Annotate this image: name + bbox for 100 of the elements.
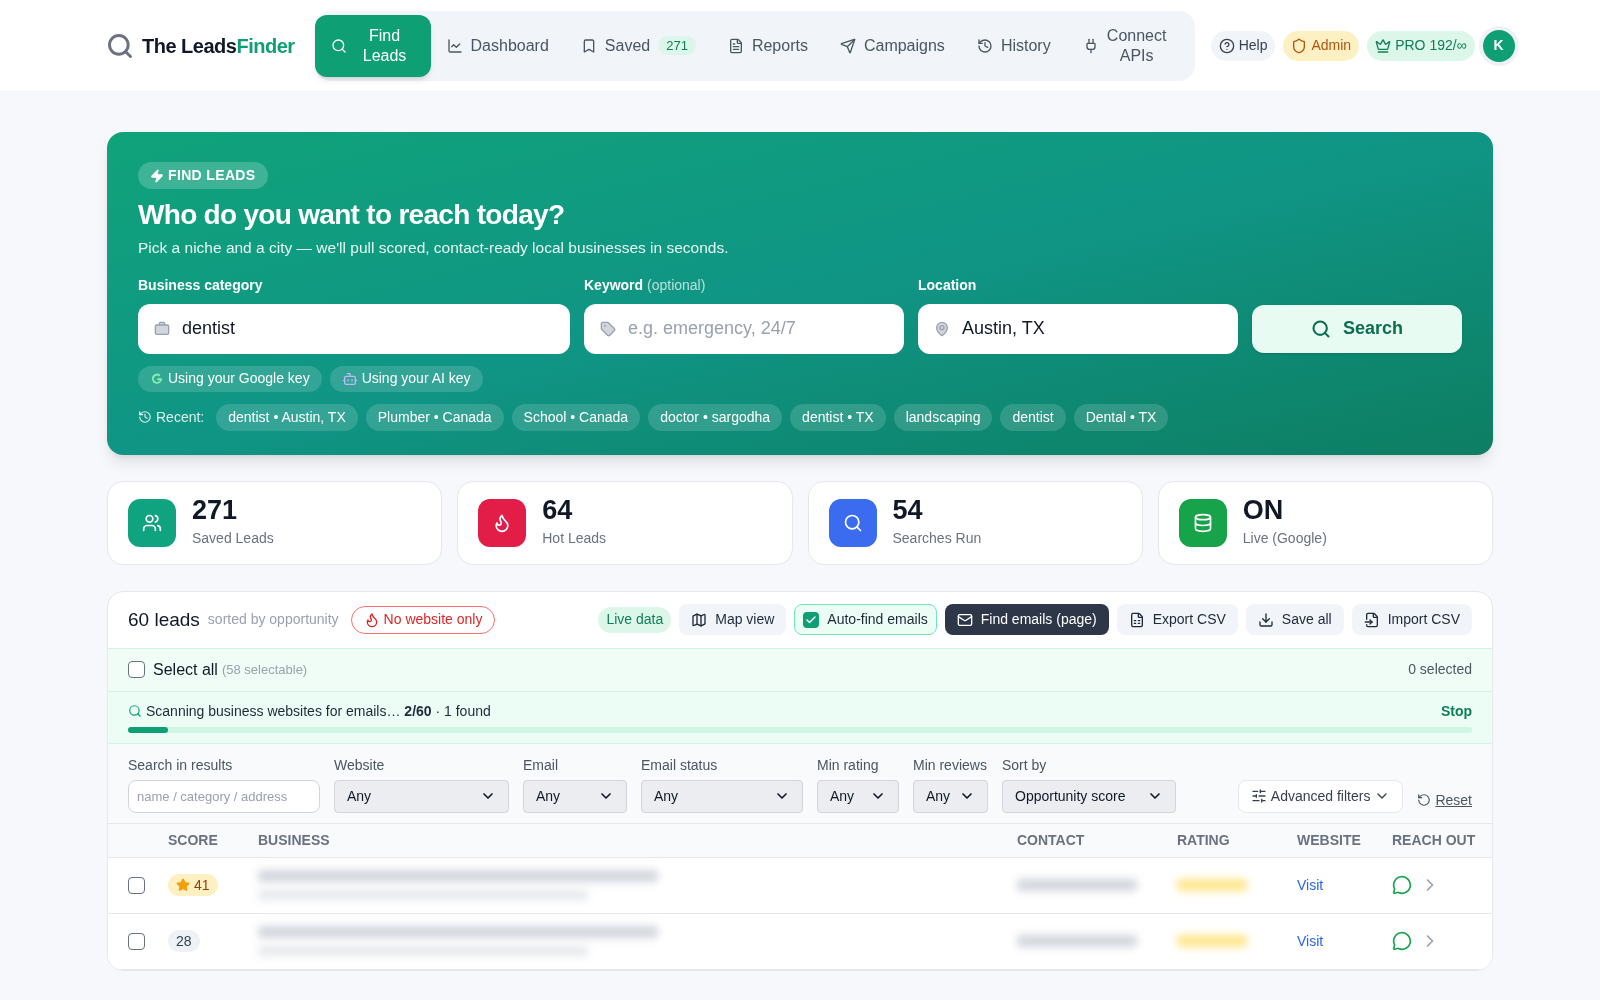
input-field[interactable]: dentist: [138, 303, 570, 354]
stop-link[interactable]: Stop: [1440, 700, 1472, 722]
reset-icon: [1417, 793, 1432, 808]
stat-value: ON: [1242, 496, 1285, 524]
row-checkbox[interactable]: [128, 876, 145, 894]
select-dropdown[interactable]: Any: [523, 779, 627, 813]
select-dropdown[interactable]: Any: [913, 779, 988, 813]
filter-label: Sort by: [1002, 755, 1048, 775]
star-icon: [176, 878, 190, 893]
save-all-button[interactable]: Save all: [1245, 604, 1344, 636]
download-icon: [1257, 611, 1274, 628]
blurred-rating: [1177, 879, 1247, 892]
column-header: SCORE: [168, 830, 219, 850]
chat-bubble-icon[interactable]: [1392, 931, 1412, 952]
column-header: WEBSITE: [1297, 830, 1362, 850]
stat-label: Saved Leads: [192, 528, 274, 548]
nav-tab[interactable]: History: [960, 14, 1067, 77]
people-icon: [142, 512, 162, 533]
field-label: Keyword (optional): [584, 275, 707, 295]
import-csv-button[interactable]: Import CSV: [1351, 604, 1472, 636]
history-icon: [138, 410, 152, 425]
blurred-rating: [1177, 935, 1247, 948]
logo-text: The LeadsFinder: [142, 33, 295, 59]
hero-title: Who do you want to reach today?: [138, 197, 566, 232]
sort-note: sorted by opportunity: [207, 610, 339, 630]
section-badge: FIND LEADS: [138, 162, 268, 189]
nav-tab[interactable]: Saved 271: [564, 14, 712, 77]
tag-icon: [600, 320, 616, 337]
stat-label: Searches Run: [892, 528, 982, 548]
input-field[interactable]: Austin, TX: [918, 303, 1238, 354]
help-icon: [1218, 37, 1235, 54]
map-pin-icon: [934, 320, 950, 337]
column-header: RATING: [1177, 830, 1231, 850]
nav-tab[interactable]: Dashboard: [430, 14, 565, 77]
recent-search-chip[interactable]: Dental • TX: [1073, 403, 1169, 431]
column-header: CONTACT: [1017, 830, 1086, 850]
help-button[interactable]: Help: [1210, 30, 1276, 61]
nav-tab[interactable]: Campaigns: [823, 14, 961, 77]
search-icon: [1310, 318, 1331, 339]
column-header: BUSINESS: [258, 830, 331, 850]
search-icon: [842, 512, 863, 533]
selected-count: 0 selected: [1408, 660, 1472, 680]
history-icon: [976, 37, 993, 54]
chart-icon: [446, 37, 463, 54]
envelope-icon: [956, 611, 973, 628]
map-view-button[interactable]: Map view: [679, 604, 787, 636]
select-all-checkbox[interactable]: Select all (58 selectable): [128, 657, 308, 682]
advanced-filters-button[interactable]: Advanced filters: [1237, 779, 1404, 813]
lightning-icon: [150, 168, 164, 183]
google-icon: [150, 371, 164, 386]
filter-label: Email status: [641, 755, 719, 775]
row-checkbox[interactable]: [128, 932, 145, 950]
filter-label: Website: [334, 755, 386, 775]
file-import-icon: [1363, 611, 1380, 628]
select-dropdown[interactable]: Opportunity score: [1002, 779, 1176, 813]
visit-link[interactable]: Visit: [1297, 930, 1324, 952]
paper-plane-icon: [839, 37, 856, 54]
filter-label: Min rating: [817, 755, 880, 775]
key-chip: Using your Google key: [138, 365, 322, 392]
field-label: Location: [918, 275, 978, 295]
filter-label: Search in results: [128, 755, 234, 775]
nav-tab[interactable]: Reports: [711, 14, 824, 77]
stat-label: Live (Google): [1242, 528, 1327, 548]
score-badge: 28: [168, 930, 200, 953]
stat-value: 54: [892, 496, 924, 524]
nav-tab[interactable]: Connect APIs: [1066, 14, 1183, 77]
stat-label: Hot Leads: [542, 528, 607, 548]
live-data-badge: Live data: [598, 606, 672, 633]
export-csv-button[interactable]: Export CSV: [1116, 604, 1238, 636]
map-icon: [691, 611, 708, 628]
stat-value: 271: [192, 496, 239, 524]
leads-count: 60 leads: [128, 607, 200, 632]
filter-label: Min reviews: [913, 755, 988, 775]
stat-value: 64: [542, 496, 574, 524]
select-dropdown[interactable]: Any: [817, 779, 899, 813]
checkbox[interactable]: [803, 611, 820, 628]
select-dropdown[interactable]: Any: [334, 779, 509, 813]
auto-find-toggle[interactable]: Auto-find emails: [794, 604, 937, 636]
spreadsheet-icon: [1128, 611, 1145, 628]
field-label: Business category: [138, 275, 264, 295]
check-icon: [805, 613, 818, 626]
visit-link[interactable]: Visit: [1297, 874, 1324, 896]
column-header: REACH OUT: [1392, 830, 1477, 850]
find-emails-button[interactable]: Find emails (page): [944, 604, 1109, 636]
search-icon: [128, 704, 142, 719]
admin-badge: Admin: [1283, 30, 1360, 61]
shield-icon: [1291, 37, 1308, 54]
search-icon: [330, 37, 347, 54]
plan-badge: PRO 192/∞: [1367, 30, 1475, 61]
crown-icon: [1375, 37, 1392, 54]
count-badge: 271: [658, 35, 696, 56]
sliders-icon: [1250, 788, 1267, 805]
score-badge: 41: [168, 874, 218, 897]
select-dropdown[interactable]: Any: [641, 779, 803, 813]
recent-label: Recent:: [138, 406, 205, 428]
search-button[interactable]: Search: [1252, 304, 1462, 353]
reset-link[interactable]: Reset: [1417, 789, 1472, 811]
filter-label: Email: [523, 755, 559, 775]
robot-icon: [341, 370, 358, 387]
chat-bubble-icon[interactable]: [1392, 875, 1412, 896]
